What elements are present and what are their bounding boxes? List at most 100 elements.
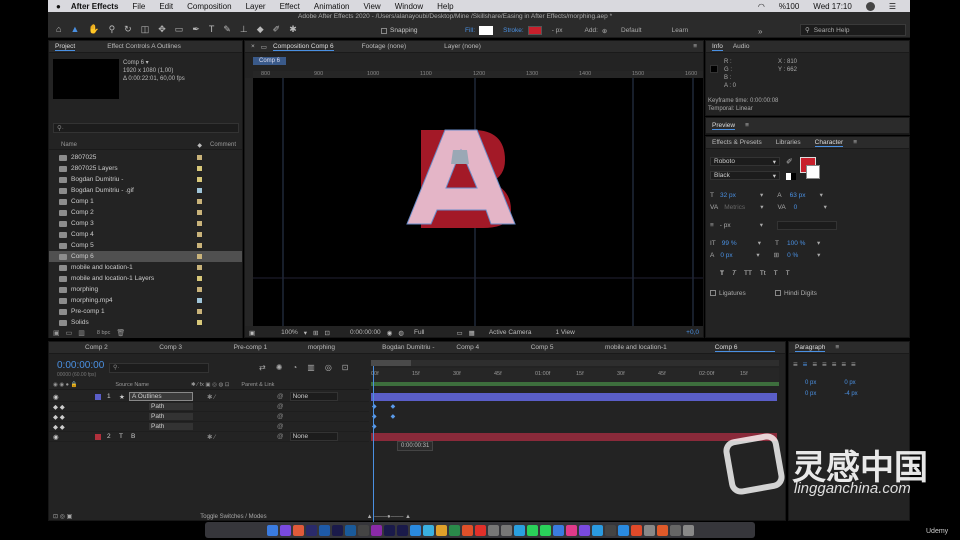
layer-name[interactable]: B [129,433,193,440]
project-item[interactable]: Comp 3 [49,218,242,229]
layer-2-duration-bar[interactable] [371,433,777,441]
time-ruler[interactable]: 00f 15f 30f 45f 01:00f 15f 30f 45f 02:00f 15f [371,368,779,382]
dock-app-icon[interactable] [370,524,382,536]
dock-app-icon[interactable] [266,524,278,536]
brush-tool-icon[interactable]: ✎ [223,24,231,35]
label-color-swatch[interactable] [197,298,202,303]
font-family-dropdown[interactable]: Roboto ▾ [710,157,780,166]
layer-name[interactable]: Path [149,423,193,430]
space-before-value[interactable]: 0 px [805,391,816,397]
channel-icon[interactable]: ◍ [398,329,404,337]
pen-tool-icon[interactable]: ✒ [192,24,200,35]
dock-app-icon[interactable] [422,524,434,536]
col-source-name[interactable]: Source Name [115,382,149,388]
dock-app-icon[interactable] [513,524,525,536]
dock-app-icon[interactable] [487,524,499,536]
render-time-icon[interactable]: ⊡ ◎ ▣ [53,513,72,520]
resolution-dropdown[interactable]: Full [414,329,424,336]
clone-tool-icon[interactable]: ⊥ [240,24,248,35]
col-parent[interactable]: Parent & Link [241,382,274,388]
pan-behind-tool-icon[interactable]: ✥ [158,24,166,35]
menu-animation[interactable]: Animation [314,2,350,11]
menu-view[interactable]: View [363,2,380,11]
panel-menu-icon[interactable]: ≡ [693,43,697,50]
black-white-swatch[interactable] [786,173,796,180]
snapshot-icon[interactable]: ◉ [387,329,393,337]
label-color-swatch[interactable] [197,276,202,281]
dock-app-icon[interactable] [578,524,590,536]
timeline-tab[interactable]: morphing [308,344,368,351]
justify-center-icon[interactable]: ≡ [832,360,837,369]
label-color-swatch[interactable] [197,177,202,182]
label-color-swatch[interactable] [197,210,202,215]
font-style-dropdown[interactable]: Black ▾ [710,171,780,180]
layer-label-swatch[interactable] [95,414,101,420]
view-layout-dropdown[interactable]: 1 View [555,329,574,336]
camera-tool-icon[interactable]: ◫ [141,24,150,35]
current-time-indicator[interactable] [373,366,374,522]
tab-audio[interactable]: Audio [733,43,750,50]
label-color-swatch[interactable] [197,199,202,204]
dock-app-icon[interactable] [396,524,408,536]
stroke-width-value[interactable]: - px [720,222,760,229]
superscript-button[interactable]: T [774,270,778,277]
visibility-icon[interactable]: ◆ ◆ [53,413,81,421]
tab-info[interactable]: Info [712,43,723,51]
kerning-value[interactable]: Metrics [724,204,760,211]
layer-row[interactable]: ◆ ◆ Path @ [49,412,369,422]
project-item[interactable]: morphing [49,284,242,295]
frame-blending-icon[interactable]: ▥ [307,363,315,372]
dock-app-icon[interactable] [318,524,330,536]
tracking-value[interactable]: 0 [794,204,824,211]
layer-name[interactable]: Path [149,413,193,420]
shy-icon[interactable]: ◔ [292,363,297,372]
small-caps-button[interactable]: Tt [760,270,766,277]
layer-row[interactable]: ◉ 1 ★ A Outlines ✱ ⁄ @ None [49,392,369,402]
timeline-tab[interactable]: Comp 2 [85,344,145,351]
preview-menu-icon[interactable]: ≡ [745,122,749,129]
puppet-tool-icon[interactable]: ✱ [289,24,297,35]
mask-visibility-icon[interactable]: ⊡ [325,329,330,337]
timeline-tab[interactable]: mobile and location-1 [605,344,701,351]
close-tab-icon[interactable]: × [251,43,255,50]
timeline-timecode[interactable]: 0:00:00:00 [57,360,104,371]
visibility-icon[interactable]: ◉ [53,393,81,401]
faux-italic-button[interactable]: T [732,270,736,277]
label-color-swatch[interactable] [197,155,202,160]
fill-swatch[interactable] [479,26,494,35]
label-color-swatch[interactable] [197,287,202,292]
visibility-icon[interactable]: ◆ ◆ [53,423,81,431]
menu-list-icon[interactable]: ☰ [889,2,896,11]
project-item[interactable]: Comp 1 [49,196,242,207]
roto-tool-icon[interactable]: ✐ [273,24,281,35]
eraser-tool-icon[interactable]: ◆ [257,24,264,35]
tab-project[interactable]: Project [55,43,76,51]
pickwhip-icon[interactable]: @ [277,403,284,410]
comp-mini-flowchart-icon[interactable]: ⇄ [259,363,266,372]
layer-1-duration-bar[interactable] [371,393,777,401]
workspace-default[interactable]: Default [621,27,642,34]
indent-right-value[interactable]: 0 px [844,380,855,386]
always-preview-icon[interactable]: ▣ [249,329,255,337]
draft-3d-icon[interactable]: ✺ [276,363,283,372]
dock-app-icon[interactable] [461,524,473,536]
timeline-tab[interactable]: Comp 4 [456,344,516,351]
timeline-tab[interactable]: Bogdan Dumitriu - [382,344,442,351]
dock-app-icon[interactable] [591,524,603,536]
pickwhip-icon[interactable]: @ [277,433,284,440]
dock-app-icon[interactable] [435,524,447,536]
faux-bold-button[interactable]: T [720,270,724,277]
roi-icon[interactable]: ▭ [457,329,463,337]
align-center-icon[interactable]: ≡ [803,360,808,369]
timeline-tab[interactable]: Comp 3 [159,344,219,351]
dock-app-icon[interactable] [383,524,395,536]
dock-app-icon[interactable] [331,524,343,536]
tab-footage[interactable]: Footage (none) [362,43,406,50]
add-icon[interactable]: ⊕ [602,27,607,35]
comp-breadcrumb[interactable]: Comp 6 [253,57,287,65]
lock-icon[interactable]: ▭ [261,43,267,51]
ligatures-checkbox[interactable] [710,290,716,296]
project-item[interactable]: Comp 6 [49,251,242,262]
tab-composition[interactable]: Composition Comp 6 [272,43,334,51]
add-label[interactable]: Add: [585,27,598,34]
